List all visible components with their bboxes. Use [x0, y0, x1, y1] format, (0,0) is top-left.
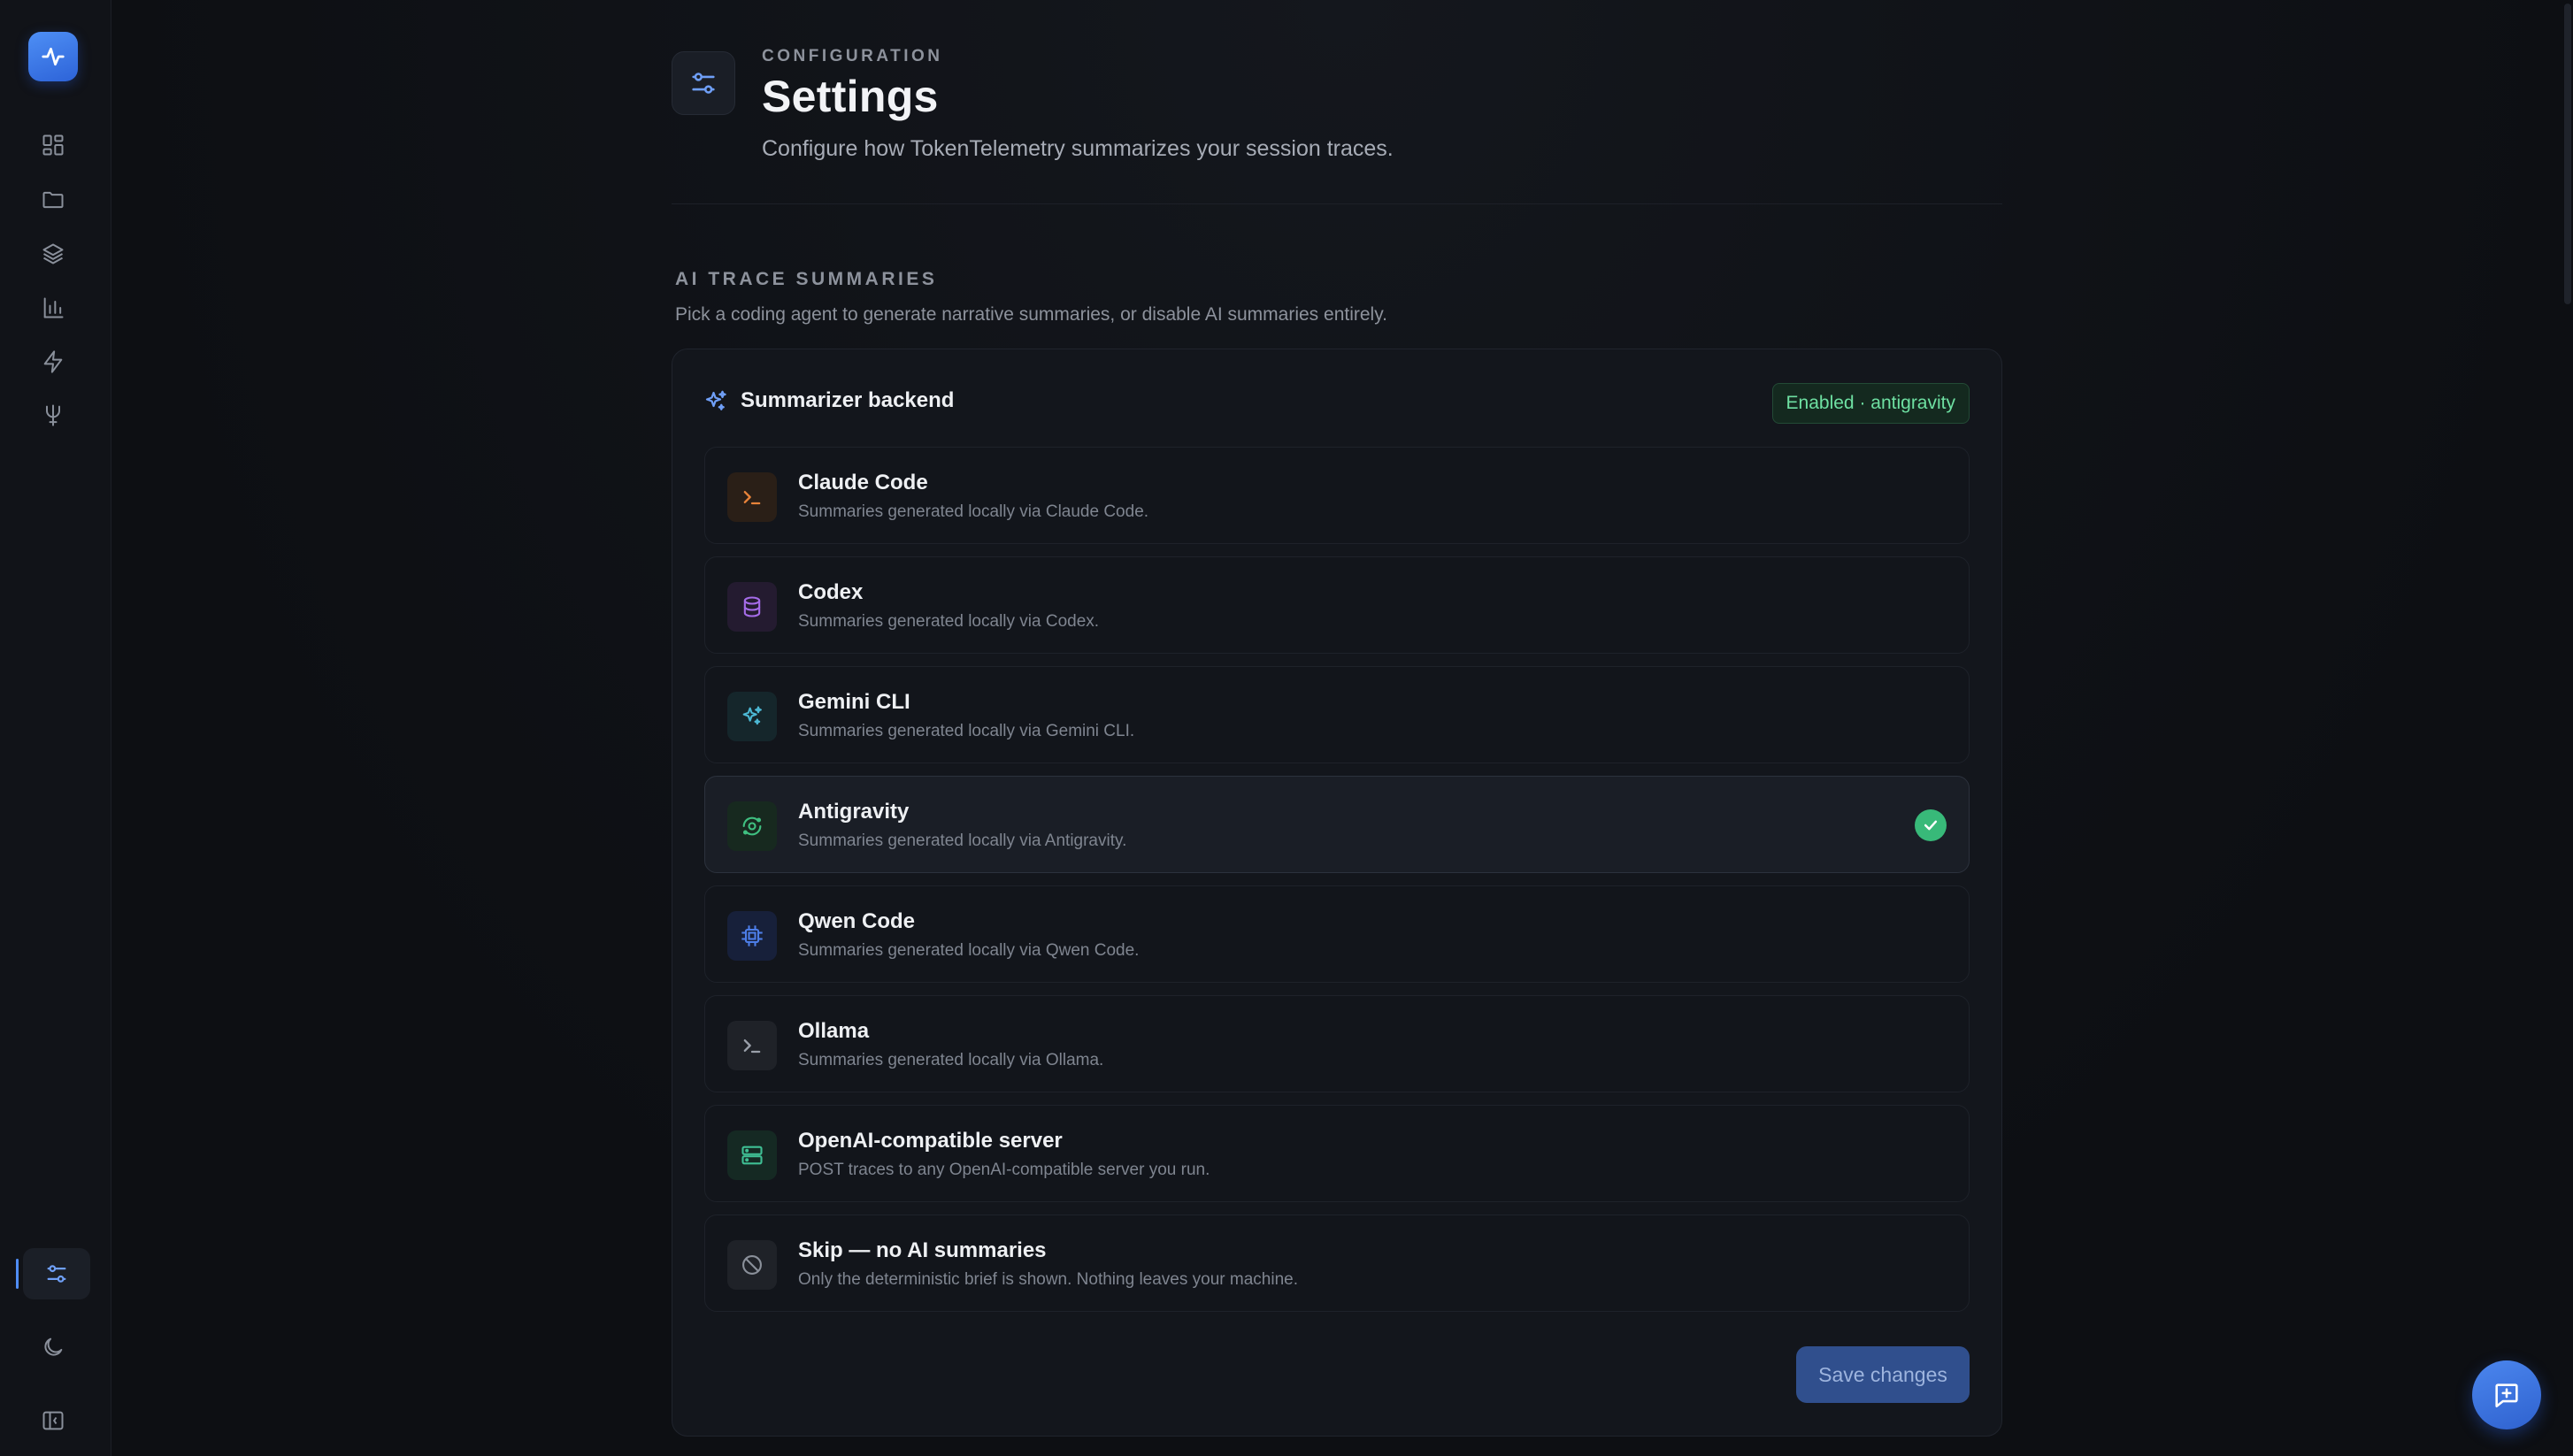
- option-claude-code[interactable]: Claude Code Summaries generated locally …: [704, 447, 1970, 544]
- server-icon: [741, 1146, 763, 1165]
- option-icon-box: [727, 692, 777, 741]
- option-icon-box: [727, 801, 777, 851]
- sliders-icon: [692, 73, 715, 94]
- selected-check-icon: [1915, 809, 1947, 841]
- app-logo[interactable]: [28, 32, 78, 81]
- lightning-icon: [43, 350, 63, 373]
- trident-icon: [46, 404, 60, 426]
- nav-activity[interactable]: [30, 339, 76, 385]
- nav-dashboard[interactable]: [30, 122, 76, 168]
- nav-trident[interactable]: [30, 392, 76, 438]
- option-skip[interactable]: Skip — no AI summaries Only the determin…: [704, 1215, 1970, 1312]
- scrollbar[interactable]: [2561, 0, 2573, 1456]
- card-title: Summarizer backend: [741, 388, 955, 412]
- option-icon-box: [727, 582, 777, 632]
- scrollbar-thumb[interactable]: [2564, 4, 2571, 304]
- option-title: Gemini CLI: [798, 690, 910, 714]
- option-description: Summaries generated locally via Claude C…: [798, 502, 1149, 521]
- option-description: POST traces to any OpenAI-compatible ser…: [798, 1161, 1210, 1179]
- nav-layers[interactable]: [30, 231, 76, 277]
- terminal-icon: [743, 491, 761, 505]
- option-icon-box: [727, 1240, 777, 1290]
- option-codex[interactable]: Codex Summaries generated locally via Co…: [704, 556, 1970, 654]
- layers-icon: [42, 243, 64, 264]
- option-title: Claude Code: [798, 471, 928, 494]
- sparkles-icon: [742, 706, 762, 725]
- folder-icon: [42, 191, 64, 209]
- option-description: Summaries generated locally via Codex.: [798, 612, 1100, 631]
- section-description: Pick a coding agent to generate narrativ…: [675, 304, 1387, 325]
- pulse-icon: [42, 47, 65, 66]
- option-description: Summaries generated locally via Ollama.: [798, 1051, 1104, 1069]
- option-title: Antigravity: [798, 800, 910, 824]
- summarizer-card: Summarizer backend Enabled · antigravity…: [672, 349, 2002, 1437]
- option-qwen-code[interactable]: Qwen Code Summaries generated locally vi…: [704, 885, 1970, 983]
- sidebar-collapse-icon: [42, 1411, 64, 1430]
- option-title: Ollama: [798, 1019, 870, 1043]
- option-title: Qwen Code: [798, 909, 916, 933]
- section-label: AI TRACE SUMMARIES: [675, 269, 938, 289]
- sliders-icon: [47, 1265, 66, 1283]
- nav-settings[interactable]: [23, 1248, 90, 1299]
- option-gemini-cli[interactable]: Gemini CLI Summaries generated locally v…: [704, 666, 1970, 763]
- orbit-icon: [742, 816, 762, 836]
- option-icon-box: [727, 1021, 777, 1070]
- theme-toggle[interactable]: [30, 1324, 76, 1370]
- database-icon: [743, 596, 761, 617]
- header-divider: [672, 203, 2002, 204]
- option-description: Summaries generated locally via Gemini C…: [798, 722, 1135, 740]
- bar-chart-icon: [43, 297, 64, 318]
- sparkles-icon: [705, 390, 726, 410]
- cpu-icon: [741, 925, 763, 946]
- option-antigravity[interactable]: Antigravity Summaries generated locally …: [704, 776, 1970, 873]
- option-description: Only the deterministic brief is shown. N…: [798, 1270, 1298, 1289]
- option-description: Summaries generated locally via Antigrav…: [798, 831, 1127, 850]
- sidebar: [0, 0, 111, 1456]
- header-icon-box: [672, 51, 735, 115]
- option-openai-compatible-server[interactable]: OpenAI-compatible server POST traces to …: [704, 1105, 1970, 1202]
- option-icon-box: [727, 1130, 777, 1180]
- option-title: Codex: [798, 580, 864, 604]
- moon-icon: [44, 1337, 63, 1356]
- option-title: Skip — no AI summaries: [798, 1238, 1047, 1262]
- terminal-icon: [743, 1039, 761, 1054]
- nav-analytics[interactable]: [30, 285, 76, 331]
- option-icon-box: [727, 472, 777, 522]
- option-description: Summaries generated locally via Qwen Cod…: [798, 941, 1140, 960]
- feedback-button[interactable]: [2472, 1360, 2541, 1429]
- dashboard-icon: [42, 134, 64, 156]
- save-button[interactable]: Save changes: [1796, 1346, 1970, 1403]
- option-icon-box: [727, 911, 777, 961]
- active-indicator: [16, 1259, 19, 1289]
- page-subtitle: Configure how TokenTelemetry summarizes …: [762, 136, 1394, 161]
- message-plus-icon: [2495, 1383, 2518, 1408]
- option-title: OpenAI-compatible server: [798, 1129, 1063, 1153]
- nav-folder[interactable]: [30, 177, 76, 223]
- option-ollama[interactable]: Ollama Summaries generated locally via O…: [704, 995, 1970, 1092]
- ban-icon: [742, 1255, 762, 1275]
- page-title: Settings: [762, 72, 939, 121]
- status-badge: Enabled · antigravity: [1771, 383, 1970, 424]
- collapse-sidebar-button[interactable]: [30, 1398, 76, 1444]
- page-eyebrow: CONFIGURATION: [762, 47, 943, 65]
